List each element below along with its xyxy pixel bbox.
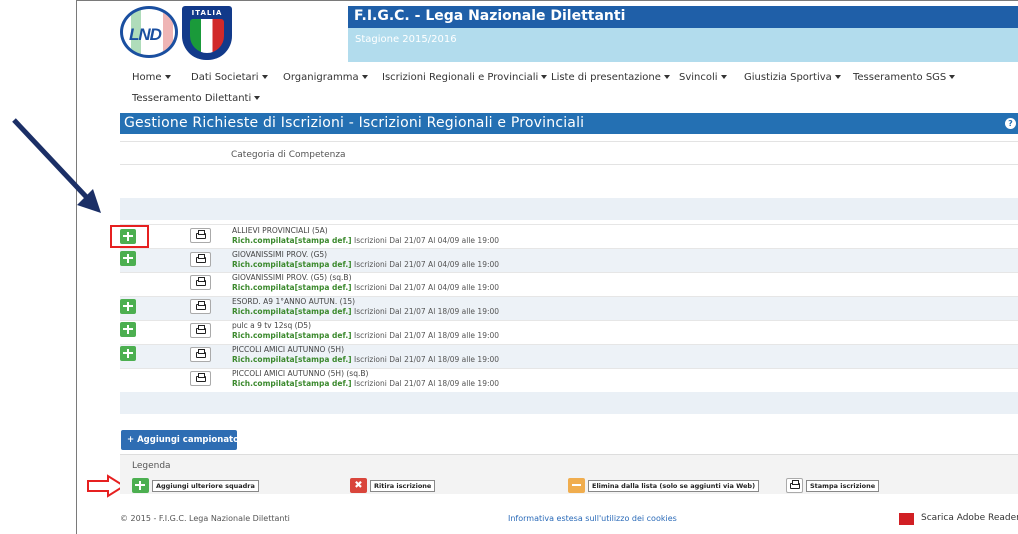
legend-label-remove: Elimina dalla lista (solo se aggiunti vi… (588, 480, 760, 492)
legend-label-print: Stampa iscrizione (806, 480, 880, 492)
legend-label-withdraw: Ritira iscrizione (370, 480, 436, 492)
plus-icon (132, 478, 149, 493)
adobe-reader-icon[interactable] (899, 513, 914, 525)
adobe-reader-link[interactable]: Scarica Adobe Reader (921, 513, 1018, 523)
minus-icon (568, 478, 585, 493)
legend-label-add: Aggiungi ulteriore squadra (152, 480, 259, 492)
printer-glyph (790, 480, 800, 489)
legend-title: Legenda (132, 461, 171, 471)
red-arrow-icon (87, 474, 126, 498)
cookie-policy-link[interactable]: Informativa estesa sull'utilizzo dei coo… (508, 514, 677, 523)
blue-arrow-icon (12, 118, 101, 213)
x-icon: ✖ (350, 478, 367, 493)
add-campionato-button[interactable]: + Aggiungi campionato (121, 430, 239, 450)
printer-icon (786, 478, 803, 493)
footer-copyright: © 2015 - F.I.G.C. Lega Nazionale Diletta… (120, 514, 290, 523)
